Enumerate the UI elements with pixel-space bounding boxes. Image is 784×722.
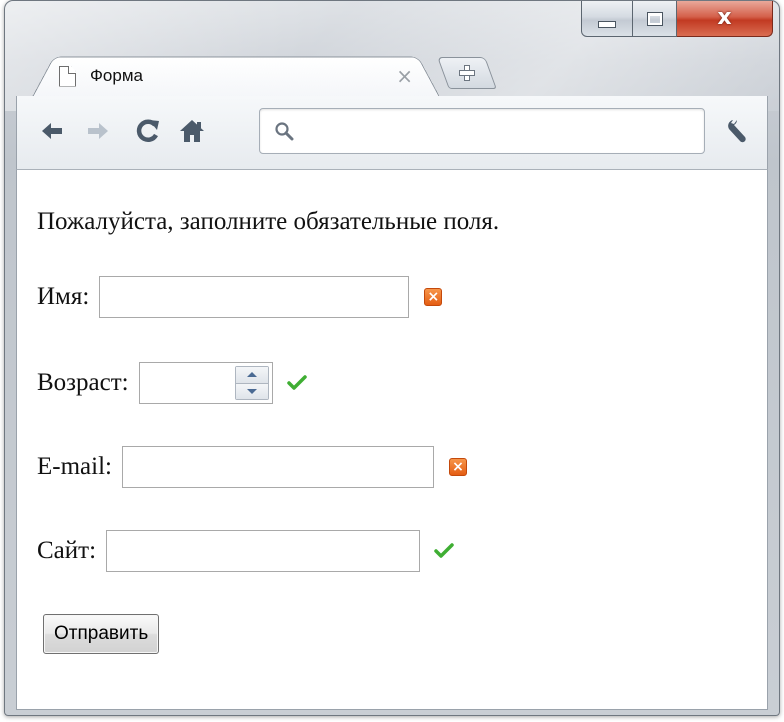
age-spinner [234, 366, 269, 400]
browser-toolbar [16, 96, 768, 170]
home-icon [180, 120, 204, 142]
name-status: × [423, 287, 443, 307]
omnibox-input[interactable] [302, 115, 704, 147]
site-input[interactable] [106, 530, 421, 572]
name-input[interactable] [99, 276, 410, 318]
invalid-icon: × [424, 288, 443, 306]
window-caption-buttons: x [581, 1, 773, 43]
page-fold [68, 65, 76, 74]
age-status [286, 373, 307, 393]
maximize-button[interactable] [633, 1, 677, 37]
reload-button[interactable] [133, 116, 163, 146]
minimize-icon [598, 21, 616, 28]
maximize-icon [646, 11, 663, 26]
arrow-down-icon [246, 388, 257, 394]
home-button[interactable] [177, 116, 207, 146]
forward-button[interactable] [83, 116, 113, 146]
checkmark-icon [434, 543, 454, 558]
age-row: Возраст: [37, 362, 307, 404]
email-row: E-mail: × [37, 446, 468, 488]
name-row: Имя: × [37, 276, 443, 318]
reload-icon [136, 119, 159, 142]
page-viewport: Пожалуйста, заполните обязательные поля.… [16, 170, 768, 710]
submit-button[interactable]: Отправить [43, 614, 160, 654]
arrow-right-icon [88, 123, 108, 139]
minimize-button[interactable] [581, 1, 633, 37]
new-tab-button[interactable] [437, 57, 497, 89]
age-input[interactable] [139, 363, 235, 403]
omnibox[interactable] [259, 108, 705, 154]
plus-icon [459, 65, 475, 81]
spin-down-button[interactable] [235, 383, 268, 399]
tab-content: Форма × [59, 63, 419, 89]
site-label: Сайт: [37, 537, 97, 564]
invalid-icon: × [448, 458, 467, 476]
site-row: Сайт: [37, 530, 454, 572]
wrench-menu-button[interactable] [723, 116, 753, 146]
wrench-icon [728, 120, 746, 143]
arrow-up-icon [246, 372, 257, 378]
name-label: Имя: [37, 283, 90, 310]
age-label: Возраст: [37, 369, 129, 396]
email-input[interactable] [121, 446, 434, 488]
close-window-button[interactable]: x [677, 1, 773, 37]
checkmark-icon [286, 375, 307, 390]
site-status [434, 541, 454, 561]
email-label: E-mail: [37, 453, 112, 480]
page-icon [59, 65, 76, 87]
spin-up-button[interactable] [235, 367, 268, 384]
arrow-left-icon [42, 123, 62, 139]
email-status: × [448, 457, 468, 477]
close-icon: x [717, 4, 732, 30]
back-button[interactable] [37, 116, 67, 146]
tab-title: Форма [90, 66, 143, 85]
search-icon [274, 121, 294, 141]
tab-form[interactable]: Форма × [31, 51, 441, 99]
age-number-input[interactable] [138, 362, 273, 404]
form-intro-text: Пожалуйста, заполните обязательные поля. [37, 208, 500, 235]
tab-close-icon[interactable]: × [396, 64, 413, 88]
